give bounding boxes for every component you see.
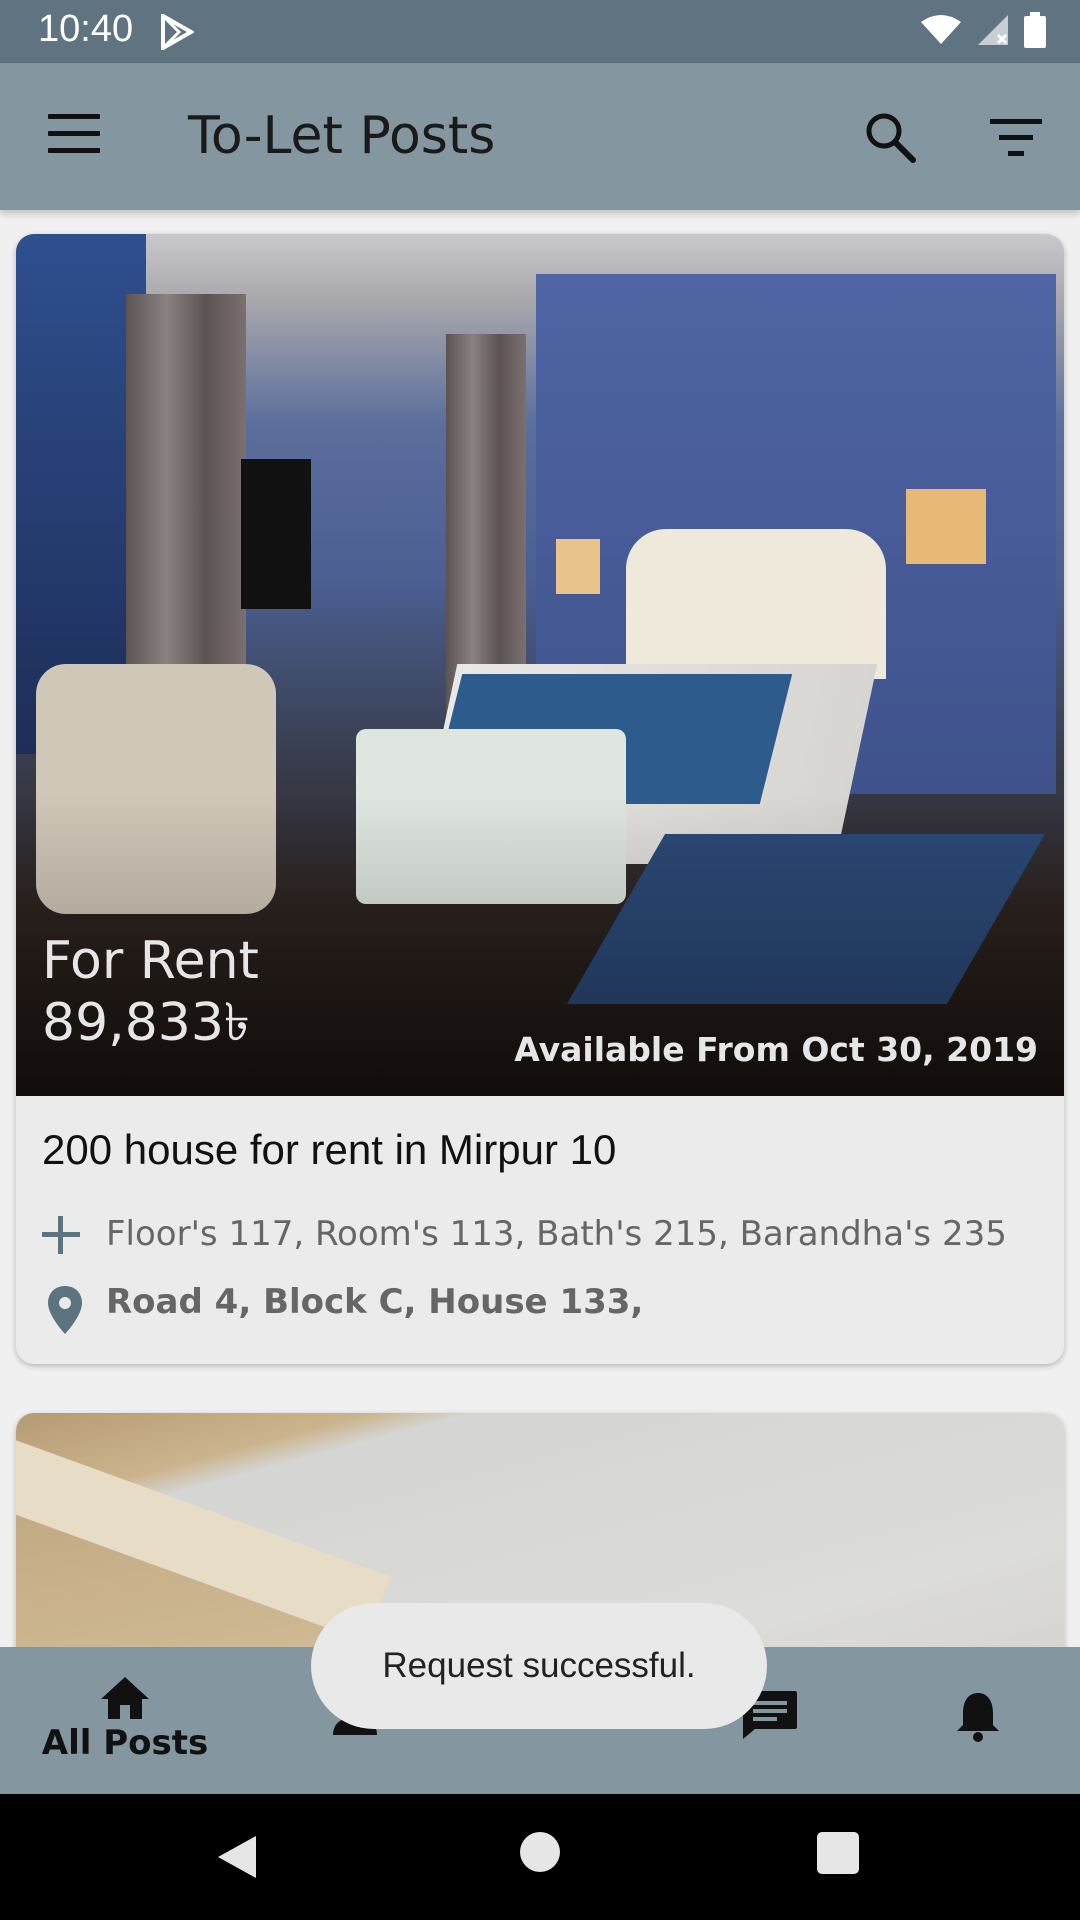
home-button[interactable] — [520, 1832, 560, 1872]
search-icon[interactable] — [862, 109, 918, 165]
nav-all-posts-label: All Posts — [41, 1723, 209, 1763]
toast-message: Request successful. — [311, 1603, 767, 1729]
play-store-icon — [160, 12, 196, 54]
nav-all-posts[interactable]: All Posts — [30, 1647, 220, 1794]
listing-price: 89,833৳ — [42, 993, 250, 1053]
status-time: 10:40 — [38, 8, 134, 50]
available-date: Available From Oct 30, 2019 — [514, 1030, 1038, 1069]
post-card-body: 200 house for rent in Mirpur 10 Floor's … — [16, 1096, 1064, 1364]
posts-feed[interactable]: For Rent 89,833৳ Available From Oct 30, … — [0, 210, 1080, 1647]
page-title: To-Let Posts — [188, 106, 496, 166]
home-icon — [101, 1677, 149, 1719]
listing-type: For Rent — [42, 931, 259, 991]
battery-icon — [1024, 12, 1046, 48]
signal-icon — [978, 15, 1008, 45]
wifi-icon — [921, 15, 961, 44]
bell-icon — [957, 1693, 999, 1742]
app-bar: To-Let Posts — [0, 63, 1080, 210]
recents-button[interactable] — [817, 1832, 859, 1874]
post-address: Road 4, Block C, House 133, — [106, 1282, 644, 1322]
post-photo[interactable]: For Rent 89,833৳ Available From Oct 30, … — [16, 234, 1064, 1096]
system-navigation-bar — [0, 1794, 1080, 1920]
status-icons — [920, 12, 1046, 48]
post-title: 200 house for rent in Mirpur 10 — [42, 1126, 617, 1173]
post-features: Floor's 117, Room's 113, Bath's 215, Bar… — [106, 1214, 1007, 1254]
back-icon[interactable] — [214, 1834, 258, 1880]
nav-notifications[interactable] — [948, 1647, 1008, 1794]
post-card[interactable]: For Rent 89,833৳ Available From Oct 30, … — [16, 234, 1064, 1364]
price-overlay: For Rent 89,833৳ — [42, 930, 259, 1054]
filter-icon[interactable] — [990, 119, 1042, 159]
status-bar: 10:40 — [0, 0, 1080, 63]
plus-icon — [42, 1216, 80, 1254]
location-pin-icon — [46, 1284, 84, 1336]
menu-icon[interactable] — [48, 114, 100, 154]
